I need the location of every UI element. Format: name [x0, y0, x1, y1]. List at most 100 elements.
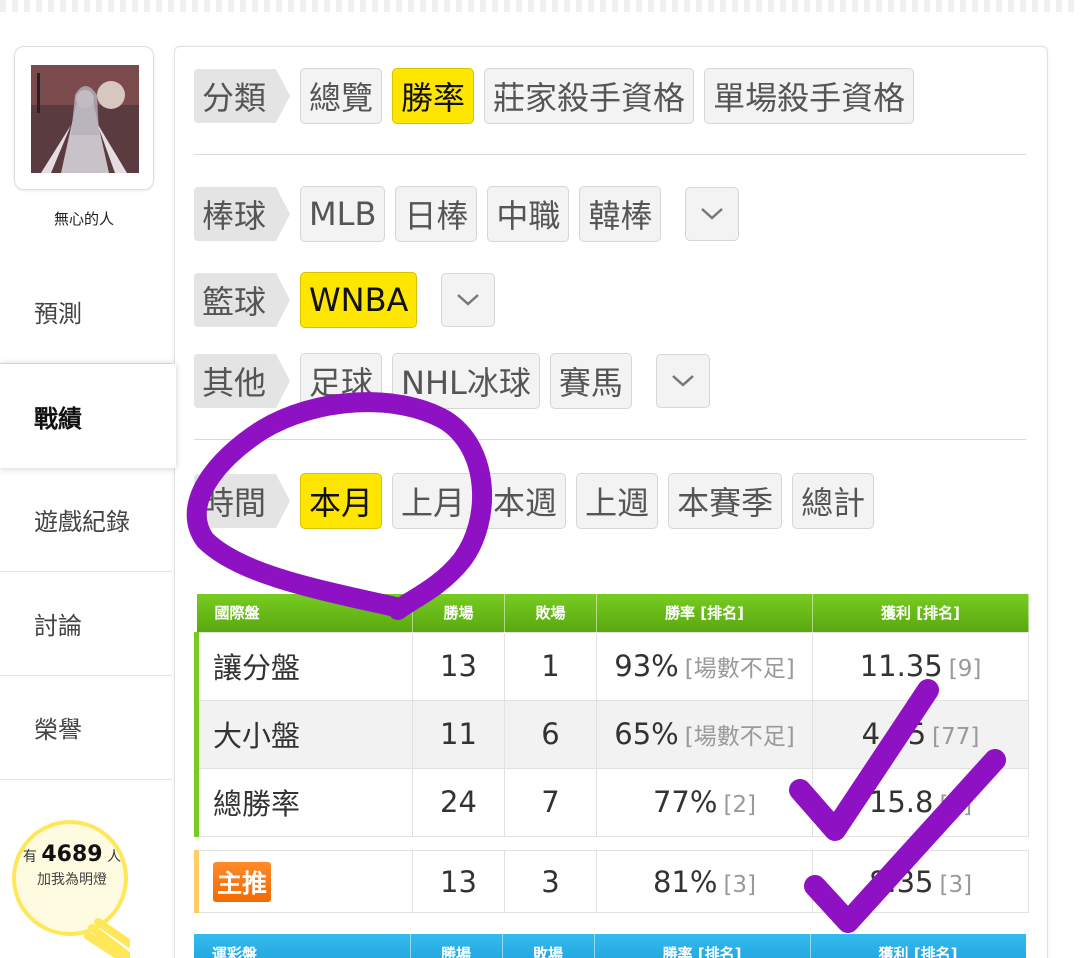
lamp-suffix: 人	[107, 849, 122, 865]
header-win-rate: 勝率 [排名]	[594, 934, 811, 958]
chip-nhl[interactable]: NHL冰球	[392, 353, 540, 409]
chip-overview[interactable]: 總覽	[300, 68, 383, 124]
featured-label-cell: 主推	[194, 850, 413, 913]
row-profit-rank: [9]	[948, 656, 982, 682]
avatar-card[interactable]	[14, 46, 154, 190]
lamp-subtitle: 加我為明燈	[37, 872, 107, 888]
table-row: 總勝率 24 7 77% [2] 15.8 [5]	[194, 767, 1029, 837]
chip-bookie-killer[interactable]: 莊家殺手資格	[484, 68, 695, 124]
row-losses: 7	[504, 767, 597, 837]
row-type: 讓分盤	[194, 631, 413, 701]
other-expand-button[interactable]	[655, 354, 710, 408]
row-losses: 6	[504, 699, 597, 769]
featured-rate-cell: 81% [3]	[596, 850, 813, 913]
header-wins: 勝場	[412, 594, 505, 632]
featured-rate-rank: [3]	[723, 871, 757, 898]
chip-wnba[interactable]: WNBA	[300, 272, 418, 328]
lottery-stats-table: 運彩盤 勝場 敗場 勝率 [排名] 獲利 [排名]	[194, 934, 1027, 958]
row-profit-cell: 4.15 [77]	[812, 699, 1029, 769]
chevron-down-icon	[672, 375, 694, 387]
row-profit-rank: [77]	[932, 724, 980, 750]
chip-horse-racing[interactable]: 賽馬	[549, 353, 632, 409]
chip-kbo[interactable]: 韓棒	[579, 186, 662, 242]
header-market: 國際盤	[196, 594, 413, 632]
header-win-rate: 勝率 [排名]	[596, 594, 813, 632]
row-rate-rank: [場數不足]	[684, 656, 795, 682]
featured-row: 主推 13 3 81% [3] 8.35 [3]	[194, 850, 1029, 913]
featured-wins: 13	[412, 850, 505, 913]
basketball-filter-row: 籃球 WNBA	[194, 272, 496, 328]
chip-npb[interactable]: 日棒	[395, 186, 478, 242]
row-rate-rank: [2]	[723, 792, 757, 818]
row-profit: 4.15	[861, 717, 927, 751]
row-profit: 15.8	[868, 785, 934, 819]
row-rate-rank: [場數不足]	[684, 724, 795, 750]
row-rate-cell: 77% [2]	[596, 767, 813, 837]
category-label: 分類	[194, 69, 291, 123]
featured-pick-table: 主推 13 3 81% [3] 8.35 [3]	[194, 850, 1029, 913]
chevron-down-icon	[701, 208, 724, 220]
featured-rate: 81%	[652, 864, 718, 899]
category-filter-row: 分類 總覽 勝率 莊家殺手資格 單場殺手資格	[194, 68, 915, 124]
header-market: 運彩盤	[194, 934, 411, 958]
lamp-count: 4689	[41, 842, 103, 867]
row-profit-cell: 15.8 [5]	[812, 767, 1029, 837]
chip-win-rate[interactable]: 勝率	[392, 68, 475, 124]
period-label: 時間	[194, 474, 291, 528]
lamp-text[interactable]: 有 4689 人 加我為明燈	[14, 842, 130, 889]
header-wins: 勝場	[410, 934, 503, 958]
nav-item-predict[interactable]: 預測	[0, 260, 172, 364]
chip-this-month[interactable]: 本月	[300, 473, 383, 529]
chevron-down-icon	[457, 294, 480, 306]
row-profit: 11.35	[859, 649, 943, 683]
lamp-prefix: 有	[22, 849, 37, 865]
row-rate: 77%	[652, 785, 718, 819]
baseball-expand-button[interactable]	[685, 187, 740, 241]
top-border	[0, 0, 1080, 12]
header-profit: 獲利 [排名]	[812, 594, 1029, 632]
row-type: 大小盤	[194, 699, 413, 769]
row-rate: 65%	[614, 717, 679, 751]
nav-item-record[interactable]: 戰績	[0, 364, 176, 468]
nav-item-game-log[interactable]: 遊戲紀錄	[0, 468, 172, 572]
row-losses: 1	[504, 631, 597, 701]
row-wins: 13	[412, 631, 505, 701]
nav-item-discussion[interactable]: 討論	[0, 572, 172, 676]
row-wins: 11	[412, 699, 505, 769]
period-filter-row: 時間 本月 上月 本週 上週 本賽季 總計	[194, 473, 875, 529]
other-label: 其他	[194, 354, 291, 408]
table-header-row: 國際盤 勝場 敗場 勝率 [排名] 獲利 [排名]	[196, 594, 1029, 632]
chip-single-killer[interactable]: 單場殺手資格	[704, 68, 915, 124]
featured-badge: 主推	[213, 861, 272, 902]
row-type: 總勝率	[194, 767, 413, 837]
other-filter-row: 其他 足球 NHL冰球 賽馬	[194, 353, 710, 409]
divider	[194, 439, 1026, 440]
featured-profit: 8.35	[868, 864, 934, 899]
chip-mlb[interactable]: MLB	[300, 186, 386, 242]
chip-last-week[interactable]: 上週	[576, 473, 659, 529]
row-rate: 93%	[614, 649, 679, 683]
table-header-row: 運彩盤 勝場 敗場 勝率 [排名] 獲利 [排名]	[194, 934, 1027, 958]
featured-profit-rank: [3]	[939, 871, 973, 898]
table-row: 大小盤 11 6 65% [場數不足] 4.15 [77]	[194, 699, 1029, 769]
basketball-label: 籃球	[194, 273, 291, 327]
header-losses: 敗場	[502, 934, 595, 958]
featured-profit-cell: 8.35 [3]	[812, 850, 1029, 913]
nav-item-honor[interactable]: 榮譽	[0, 676, 172, 780]
basketball-expand-button[interactable]	[441, 273, 496, 327]
chip-this-week[interactable]: 本週	[484, 473, 567, 529]
chip-total[interactable]: 總計	[792, 473, 875, 529]
divider	[194, 154, 1026, 155]
username: 無心的人	[53, 210, 114, 228]
header-profit: 獲利 [排名]	[810, 934, 1027, 958]
header-losses: 敗場	[504, 594, 597, 632]
chip-this-season[interactable]: 本賽季	[668, 473, 783, 529]
chip-cpbl[interactable]: 中職	[487, 186, 570, 242]
featured-losses: 3	[504, 850, 597, 913]
international-stats-table: 國際盤 勝場 敗場 勝率 [排名] 獲利 [排名] 讓分盤 13 1 93% [場…	[194, 594, 1029, 837]
chip-last-month[interactable]: 上月	[392, 473, 475, 529]
row-profit-cell: 11.35 [9]	[812, 631, 1029, 701]
table-row: 讓分盤 13 1 93% [場數不足] 11.35 [9]	[194, 631, 1029, 701]
chip-soccer[interactable]: 足球	[300, 353, 383, 409]
avatar[interactable]	[31, 65, 139, 173]
